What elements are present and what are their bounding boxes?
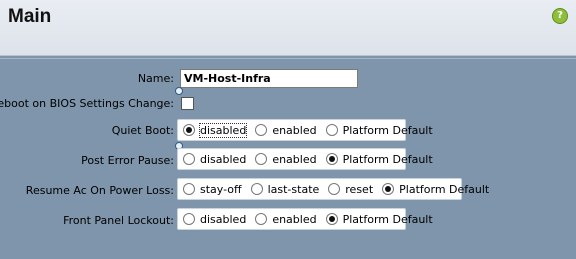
- radio-icon[interactable]: [183, 183, 195, 195]
- radio-icon[interactable]: [250, 183, 263, 195]
- quiet-boot-option-disabled[interactable]: disabled: [183, 122, 248, 138]
- reboot-label: Reboot on BIOS Settings Change:: [0, 97, 174, 110]
- radio-icon[interactable]: [255, 153, 268, 165]
- radio-icon[interactable]: [255, 124, 268, 136]
- post-error-pause-option-platform-default[interactable]: Platform Default: [325, 153, 433, 166]
- post-error-pause-radio-group: disabled enabled Platform Default: [177, 148, 433, 170]
- radio-icon[interactable]: [183, 153, 195, 165]
- post-error-pause-option-enabled[interactable]: enabled: [255, 153, 317, 166]
- name-label: Name:: [137, 72, 174, 85]
- resume-ac-option-reset[interactable]: reset: [328, 183, 373, 196]
- reboot-checkbox[interactable]: [181, 97, 194, 110]
- radio-selected-icon[interactable]: [382, 183, 395, 195]
- front-panel-option-disabled[interactable]: disabled: [183, 213, 246, 226]
- radio-icon[interactable]: [255, 213, 268, 225]
- front-panel-option-enabled[interactable]: enabled: [255, 213, 317, 226]
- resume-ac-radio-group: stay-off last-state reset Platform Defau…: [177, 178, 489, 200]
- resume-ac-option-platform-default[interactable]: Platform Default: [382, 183, 489, 196]
- divider: [0, 58, 576, 59]
- radio-selected-icon[interactable]: [325, 153, 338, 165]
- resume-ac-option-stay-off[interactable]: stay-off: [183, 183, 242, 196]
- info-icon: [175, 87, 183, 95]
- radio-icon[interactable]: [328, 183, 341, 195]
- radio-selected-icon[interactable]: [325, 213, 338, 225]
- quiet-boot-option-enabled[interactable]: enabled: [255, 124, 317, 137]
- post-error-pause-label: Post Error Pause:: [81, 154, 174, 167]
- front-panel-option-platform-default[interactable]: Platform Default: [325, 213, 433, 226]
- resume-ac-label: Resume Ac On Power Loss:: [25, 184, 174, 197]
- quiet-boot-label: Quiet Boot:: [111, 124, 174, 137]
- front-panel-lockout-radio-group: disabled enabled Platform Default: [177, 208, 433, 230]
- header-bar: Main ?: [0, 0, 576, 56]
- radio-icon[interactable]: [183, 213, 195, 225]
- radio-selected-icon[interactable]: [183, 124, 195, 136]
- name-field[interactable]: VM-Host-Infra: [180, 69, 358, 88]
- quiet-boot-option-platform-default[interactable]: Platform Default: [325, 124, 433, 137]
- radio-icon[interactable]: [325, 124, 338, 136]
- resume-ac-option-last-state[interactable]: last-state: [250, 183, 319, 196]
- post-error-pause-option-disabled[interactable]: disabled: [183, 153, 246, 166]
- page-title: Main: [8, 6, 52, 27]
- front-panel-lockout-label: Front Panel Lockout:: [63, 214, 174, 227]
- quiet-boot-radio-group: disabled enabled Platform Default: [177, 119, 433, 141]
- help-icon[interactable]: ?: [552, 8, 568, 24]
